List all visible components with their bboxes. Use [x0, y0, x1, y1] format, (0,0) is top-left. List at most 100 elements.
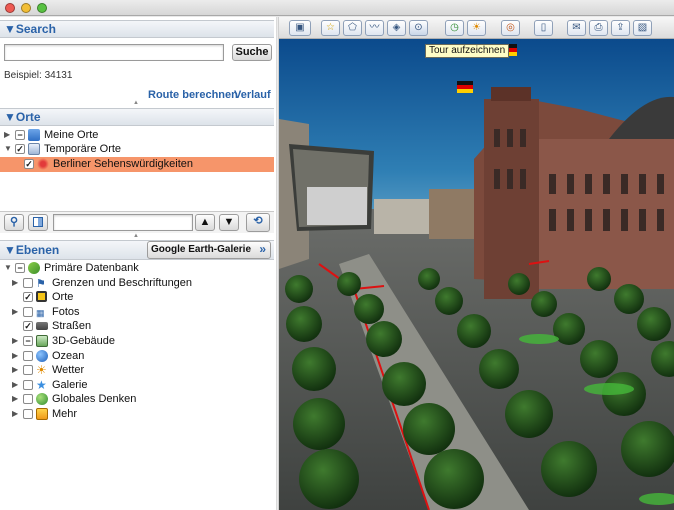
- checkbox[interactable]: [23, 394, 33, 404]
- search-button[interactable]: Suche: [232, 44, 272, 61]
- checkbox[interactable]: [23, 307, 33, 317]
- collapse-triangle-icon[interactable]: ▼: [4, 142, 13, 156]
- layer-root[interactable]: ▼ − Primäre Datenbank: [4, 261, 274, 275]
- layer-label: Primäre Datenbank: [44, 262, 139, 274]
- record-tour-icon: ⊙: [414, 22, 423, 33]
- building-icon: [36, 335, 48, 347]
- checkbox[interactable]: [23, 409, 33, 419]
- list-item-label: Meine Orte: [44, 129, 99, 141]
- polygon-icon: ⬠: [348, 22, 357, 33]
- panel-resize-grip[interactable]: ▲: [133, 233, 140, 239]
- flag-icon: ⚑: [36, 278, 46, 290]
- email-button[interactable]: ✉: [567, 20, 586, 36]
- print-button[interactable]: ⎙: [589, 20, 608, 36]
- collapse-triangle-icon[interactable]: ▼: [4, 261, 13, 275]
- checkbox[interactable]: ✓: [23, 292, 33, 302]
- save-image-button[interactable]: ⇪: [611, 20, 630, 36]
- title-bar: [0, 0, 674, 16]
- history-link[interactable]: Verlauf: [234, 89, 271, 101]
- placemark-icon: ☆: [326, 22, 335, 33]
- list-item-berlin-sights[interactable]: ✓ Berliner Sehenswürdigkeiten: [0, 157, 274, 172]
- expand-triangle-icon[interactable]: ▶: [12, 305, 21, 319]
- list-item-label: Berliner Sehenswürdigkeiten: [53, 158, 194, 170]
- expand-triangle-icon[interactable]: ▶: [12, 378, 21, 392]
- search-panel-header[interactable]: ▼Search: [0, 20, 274, 38]
- list-item-my-places[interactable]: ▶ − Meine Orte: [4, 128, 274, 142]
- expand-triangle-icon[interactable]: ▶: [12, 407, 21, 421]
- add-overlay-button[interactable]: ◈: [387, 20, 406, 36]
- checkbox[interactable]: ✓: [24, 159, 34, 169]
- places-panel-header[interactable]: ▼Orte: [0, 108, 274, 126]
- magnifier-icon: ⚲: [9, 216, 19, 228]
- gallery-icon: ★: [36, 378, 47, 392]
- ocean-icon: [36, 350, 48, 362]
- move-up-button[interactable]: ▲: [195, 214, 215, 231]
- layers-header-label: ▼Ebenen: [4, 243, 60, 257]
- expand-triangle-icon[interactable]: ▶: [12, 276, 21, 290]
- checkbox[interactable]: [23, 278, 33, 288]
- checkbox[interactable]: [23, 351, 33, 361]
- checkbox[interactable]: ✓: [23, 321, 33, 331]
- minimize-button[interactable]: [21, 3, 31, 13]
- search-input[interactable]: [4, 44, 224, 61]
- expand-triangle-icon[interactable]: ▶: [12, 349, 21, 363]
- partial-checkbox[interactable]: −: [15, 130, 25, 140]
- sunlight-button[interactable]: ☀: [467, 20, 486, 36]
- move-down-button[interactable]: ▼: [219, 214, 239, 231]
- panel-toggle-button[interactable]: [28, 214, 48, 231]
- add-path-button[interactable]: 〰: [365, 20, 384, 36]
- checkbox[interactable]: [23, 380, 33, 390]
- planets-button[interactable]: ◎: [501, 20, 520, 36]
- expand-triangle-icon[interactable]: ▶: [4, 128, 13, 142]
- view-in-maps-button[interactable]: ▧: [633, 20, 652, 36]
- more-icon: [36, 408, 48, 420]
- route-link[interactable]: Route berechnen: [148, 89, 238, 101]
- ruler-button[interactable]: ▯: [534, 20, 553, 36]
- record-tour-button[interactable]: ⊙: [409, 20, 428, 36]
- layer-item[interactable]: ▶ ▦ Fotos: [12, 305, 274, 319]
- layer-label: Ozean: [52, 350, 85, 362]
- places-footer: ⚲ ▲ ▼ ⟲: [0, 211, 274, 233]
- layer-label: Galerie: [52, 379, 88, 391]
- search-places-button[interactable]: ⚲: [4, 214, 24, 231]
- expand-triangle-icon[interactable]: ▶: [12, 392, 21, 406]
- layer-item[interactable]: ▶ − 3D-Gebäude: [12, 334, 274, 348]
- historical-imagery-icon: ◷: [450, 22, 459, 33]
- panel-resize-grip[interactable]: ▲: [133, 100, 140, 106]
- checkbox[interactable]: [23, 365, 33, 375]
- path-icon: 〰: [369, 22, 380, 33]
- expand-triangle-icon[interactable]: ▶: [12, 363, 21, 377]
- scene-canvas: [279, 39, 674, 510]
- layer-label: Orte: [52, 291, 74, 303]
- list-item-temporary-places[interactable]: ▼ ✓ Temporäre Orte: [4, 142, 274, 156]
- layer-item[interactable]: ✓ Orte: [12, 290, 274, 304]
- checkbox[interactable]: ✓: [15, 144, 25, 154]
- close-button[interactable]: [5, 3, 15, 13]
- play-tour-button[interactable]: ⟲: [246, 213, 270, 232]
- photo-icon: ▦: [36, 308, 45, 318]
- zoom-button[interactable]: [37, 3, 47, 13]
- layer-item[interactable]: ▶ Mehr: [12, 407, 274, 421]
- overlay-icon: ◈: [392, 22, 401, 33]
- layer-item[interactable]: ▶ ★ Galerie: [12, 378, 274, 392]
- add-polygon-button[interactable]: ⬠: [343, 20, 362, 36]
- layer-item[interactable]: ✓ Straßen: [12, 319, 274, 333]
- list-item-label: Temporäre Orte: [44, 143, 122, 155]
- layer-item[interactable]: ▶ ☀ Wetter: [12, 363, 274, 377]
- historical-imagery-button[interactable]: ◷: [445, 20, 464, 36]
- layer-item[interactable]: ▶ ⚑ Grenzen und Beschriftungen: [12, 276, 274, 290]
- places-search-input[interactable]: [53, 214, 193, 231]
- toggle-sidebar-button[interactable]: ▣: [289, 20, 311, 36]
- layer-item[interactable]: ▶ Ozean: [12, 349, 274, 363]
- sidebar-icon: ▣: [295, 22, 305, 33]
- layer-item[interactable]: ▶ Globales Denken: [12, 392, 274, 406]
- partial-checkbox[interactable]: −: [15, 263, 25, 273]
- weather-icon: ☀: [36, 363, 47, 377]
- print-icon: ⎙: [594, 22, 603, 33]
- expand-triangle-icon[interactable]: ▶: [12, 334, 21, 348]
- gallery-button[interactable]: Google Earth-Galerie »: [147, 241, 271, 259]
- earth-3d-view[interactable]: [279, 39, 674, 510]
- email-icon: ✉: [572, 22, 581, 33]
- add-placemark-button[interactable]: ☆: [321, 20, 340, 36]
- partial-checkbox[interactable]: −: [23, 336, 33, 346]
